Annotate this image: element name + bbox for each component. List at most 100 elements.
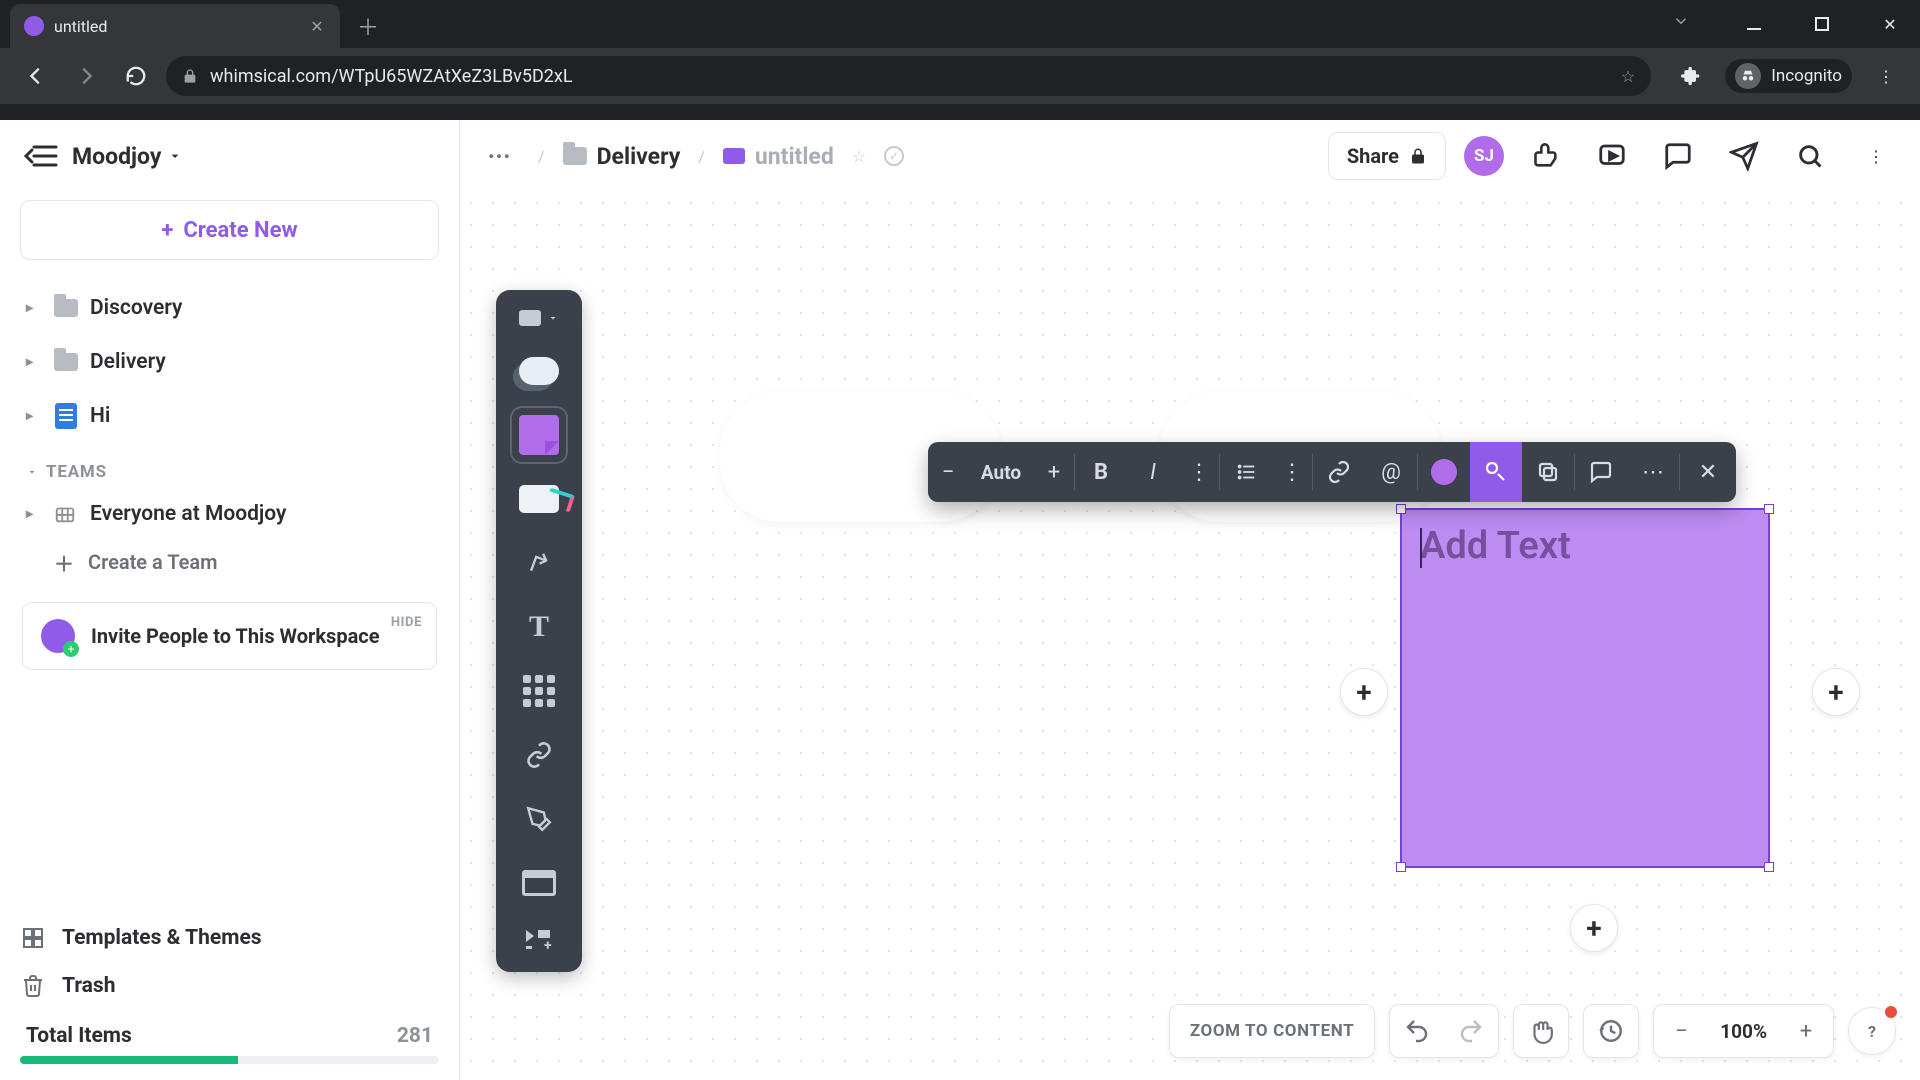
plus-icon: + — [161, 218, 173, 243]
tool-text[interactable]: T — [512, 600, 566, 654]
list-more-icon[interactable]: ⋮ — [1272, 442, 1312, 502]
canvas[interactable]: + + + Add Text − Auto + B — [460, 192, 1920, 1080]
trash-link[interactable]: Trash — [20, 962, 439, 1010]
sidebar-item-delivery[interactable]: ▸ Delivery — [14, 338, 445, 386]
extensions-icon[interactable] — [1673, 58, 1709, 94]
present-icon[interactable] — [1588, 132, 1636, 180]
url-field[interactable]: whimsical.com/WTpU65WZAtXeZ3LBv5D2xL ☆ — [166, 56, 1651, 96]
create-new-button[interactable]: + Create New — [20, 200, 439, 260]
browser-tab[interactable]: untitled ✕ — [10, 4, 340, 48]
history-button[interactable] — [1584, 1004, 1638, 1058]
breadcrumb-more-icon[interactable]: ••• — [480, 136, 520, 176]
create-team-button[interactable]: ＋ Create a Team — [0, 538, 459, 586]
add-right-button[interactable]: + — [1812, 668, 1860, 716]
back-button[interactable] — [16, 56, 56, 96]
font-size-decrease-button[interactable]: − — [928, 442, 968, 502]
link-button[interactable] — [1313, 442, 1365, 502]
add-left-button[interactable]: + — [1340, 668, 1388, 716]
tab-search-icon[interactable] — [1672, 12, 1690, 30]
duplicate-button[interactable] — [1522, 442, 1574, 502]
workspace-name-label: Moodjoy — [72, 143, 161, 170]
tool-card[interactable] — [512, 472, 566, 526]
status-check-icon[interactable]: ✓ — [884, 146, 904, 166]
collapse-sidebar-icon[interactable] — [24, 143, 58, 169]
team-item-everyone[interactable]: ▸ Everyone at Moodjoy — [0, 490, 459, 538]
templates-label: Templates & Themes — [62, 926, 262, 950]
font-size-label[interactable]: Auto — [968, 442, 1034, 502]
format-toolbar: − Auto + B I ⋮ ⋮ @ — [928, 442, 1736, 502]
board-type-menu[interactable] — [507, 302, 571, 334]
bold-button[interactable]: B — [1075, 442, 1127, 502]
create-team-label: Create a Team — [88, 550, 218, 574]
tool-shape[interactable] — [512, 344, 566, 398]
zoom-level[interactable]: 100% — [1708, 1020, 1779, 1043]
tool-more[interactable]: + — [512, 920, 566, 958]
app-menu-icon[interactable]: ⋮ — [1852, 132, 1900, 180]
sidebar-item-discovery[interactable]: ▸ Discovery — [14, 284, 445, 332]
tool-grid[interactable] — [512, 664, 566, 718]
workspace-switcher[interactable]: Moodjoy — [72, 143, 183, 170]
close-icon[interactable]: ✕ — [308, 17, 326, 35]
bullet-list-button[interactable] — [1220, 442, 1272, 502]
sticky-note-icon — [519, 415, 559, 455]
comment-button[interactable] — [1575, 442, 1627, 502]
more-actions-icon[interactable]: ⋯ — [1627, 442, 1679, 502]
close-toolbar-button[interactable]: ✕ — [1680, 442, 1736, 502]
tool-sticky-note[interactable] — [512, 408, 566, 462]
font-size-increase-button[interactable]: + — [1034, 442, 1074, 502]
templates-link[interactable]: Templates & Themes — [20, 914, 439, 962]
resize-handle-nw[interactable] — [1396, 504, 1406, 514]
caret-right-icon[interactable]: ▸ — [26, 506, 40, 522]
search-icon[interactable] — [1786, 132, 1834, 180]
send-icon[interactable] — [1720, 132, 1768, 180]
undo-button[interactable] — [1390, 1004, 1444, 1058]
text-icon: T — [529, 610, 549, 644]
minimize-button[interactable] — [1734, 8, 1774, 40]
comments-icon[interactable] — [1654, 132, 1702, 180]
reload-button[interactable] — [116, 56, 156, 96]
mention-button[interactable]: @ — [1365, 442, 1417, 502]
redo-button[interactable] — [1444, 1004, 1498, 1058]
tool-frame[interactable] — [512, 856, 566, 910]
zoom-to-content-button[interactable]: ZOOM TO CONTENT — [1170, 1004, 1374, 1058]
italic-button[interactable]: I — [1127, 442, 1179, 502]
invite-hide-button[interactable]: HIDE — [391, 615, 422, 630]
avatar[interactable]: SJ — [1464, 136, 1504, 176]
tool-connector[interactable]: ↱ — [512, 536, 566, 590]
invite-card[interactable]: Invite People to This Workspace HIDE — [22, 602, 437, 670]
caret-right-icon[interactable]: ▸ — [26, 408, 42, 424]
add-below-button[interactable]: + — [1570, 904, 1618, 952]
incognito-indicator[interactable]: Incognito — [1725, 59, 1852, 93]
window-close-button[interactable]: ✕ — [1870, 8, 1910, 40]
browser-menu-icon[interactable]: ⋮ — [1868, 58, 1904, 94]
sidebar-item-hi[interactable]: ▸ Hi — [14, 392, 445, 440]
style-picker-button[interactable] — [1470, 442, 1522, 502]
favicon-icon — [24, 16, 44, 36]
favorite-star-icon[interactable]: ☆ — [852, 147, 866, 166]
hand-tool-button[interactable] — [1514, 1004, 1568, 1058]
caret-right-icon[interactable]: ▸ — [26, 354, 42, 370]
text-more-icon[interactable]: ⋮ — [1179, 442, 1219, 502]
forward-button[interactable] — [66, 56, 106, 96]
new-tab-button[interactable]: ＋ — [350, 8, 386, 44]
maximize-button[interactable] — [1802, 8, 1842, 40]
bookmark-star-icon[interactable]: ☆ — [1621, 67, 1635, 86]
browser-chrome: untitled ✕ ＋ ✕ whimsical.com/WTpU65WZAtX… — [0, 0, 1920, 120]
caret-right-icon[interactable]: ▸ — [26, 300, 42, 316]
resize-handle-se[interactable] — [1764, 862, 1774, 872]
share-button[interactable]: Share — [1328, 132, 1446, 180]
tool-pencil[interactable] — [512, 792, 566, 846]
fill-color-button[interactable] — [1418, 442, 1470, 502]
sticky-note[interactable]: Add Text — [1400, 508, 1770, 868]
tool-link[interactable] — [512, 728, 566, 782]
help-button[interactable]: ? — [1848, 1007, 1896, 1055]
resize-handle-sw[interactable] — [1396, 862, 1406, 872]
zoom-in-button[interactable]: + — [1779, 1004, 1833, 1058]
teams-section-header[interactable]: TEAMS — [0, 444, 459, 490]
create-new-label: Create New — [183, 218, 297, 243]
thumbs-up-icon[interactable] — [1522, 132, 1570, 180]
resize-handle-ne[interactable] — [1764, 504, 1774, 514]
zoom-out-button[interactable]: − — [1654, 1004, 1708, 1058]
breadcrumb-doc[interactable]: untitled — [723, 143, 834, 170]
breadcrumb-folder[interactable]: Delivery — [563, 143, 681, 170]
